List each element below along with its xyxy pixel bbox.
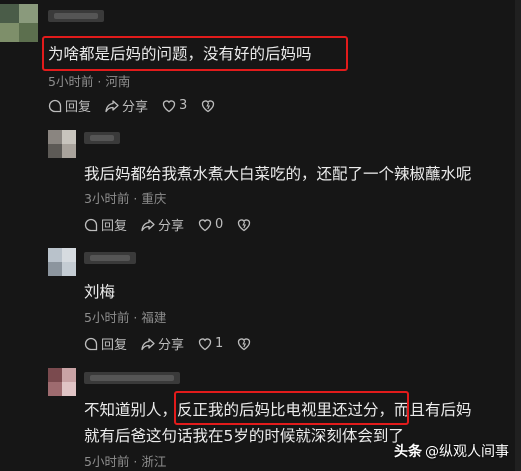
watermark-handle: @纵观人间事 [425,444,509,460]
username[interactable] [84,132,120,144]
like-button[interactable]: 0 [198,217,223,232]
username[interactable] [48,10,104,22]
username[interactable] [84,252,136,264]
reply-button[interactable]: 回复 [48,96,91,115]
comment-text-line2: 就有后爸这句话我在5岁的时候就深刻体会到了 [84,427,404,445]
share-icon [105,99,119,112]
like-count: 0 [215,217,224,232]
comment-text: 我后妈都给我煮水煮大白菜吃的，还配了一个辣椒蘸水呢 [84,165,472,183]
avatar[interactable] [48,368,76,396]
share-label: 分享 [158,338,185,353]
reply-label: 回复 [65,100,92,115]
share-button[interactable]: 分享 [141,215,184,234]
reply-label: 回复 [101,219,128,234]
reply-button[interactable]: 回复 [84,215,127,234]
reply-icon [48,99,62,112]
dislike-button[interactable] [201,99,218,113]
like-count: 1 [215,336,224,351]
like-icon [198,337,212,350]
comment-text-before: 不知道别人， [84,401,178,419]
highlight-box [42,36,348,71]
comment-actions: 回复 分享 1 [84,334,268,353]
share-label: 分享 [122,100,149,115]
share-button[interactable]: 分享 [105,96,148,115]
comment-text: 刘梅 [84,283,116,301]
like-icon [162,99,176,112]
username[interactable] [84,372,180,384]
like-count: 3 [179,98,188,113]
like-button[interactable]: 3 [162,98,187,113]
reply-icon [84,218,98,231]
watermark: 头条 @纵观人间事 [394,441,509,461]
dislike-button[interactable] [237,218,254,232]
avatar[interactable] [0,4,38,42]
comment-actions: 回复 分享 3 [48,96,232,115]
dislike-icon [238,337,251,350]
right-edge [515,0,521,471]
like-button[interactable]: 1 [198,336,223,351]
dislike-icon [238,218,251,231]
dislike-icon [202,99,215,112]
dislike-button[interactable] [237,337,254,351]
comment-actions: 回复 分享 0 [84,215,268,234]
avatar[interactable] [48,248,76,276]
like-icon [198,218,212,231]
reply-label: 回复 [101,338,128,353]
share-button[interactable]: 分享 [141,334,184,353]
comment-meta: 5小时前 · 浙江 [84,454,167,469]
comment-meta: 5小时前 · 福建 [84,310,167,325]
highlight-box [174,391,409,425]
reply-icon [84,337,98,350]
share-icon [141,218,155,231]
share-label: 分享 [158,219,185,234]
share-icon [141,337,155,350]
comment-meta: 5小时前 · 河南 [48,74,131,89]
avatar[interactable] [48,130,76,158]
comment-meta: 3小时前 · 重庆 [84,191,167,206]
reply-button[interactable]: 回复 [84,334,127,353]
watermark-brand: 头条 [394,444,422,460]
